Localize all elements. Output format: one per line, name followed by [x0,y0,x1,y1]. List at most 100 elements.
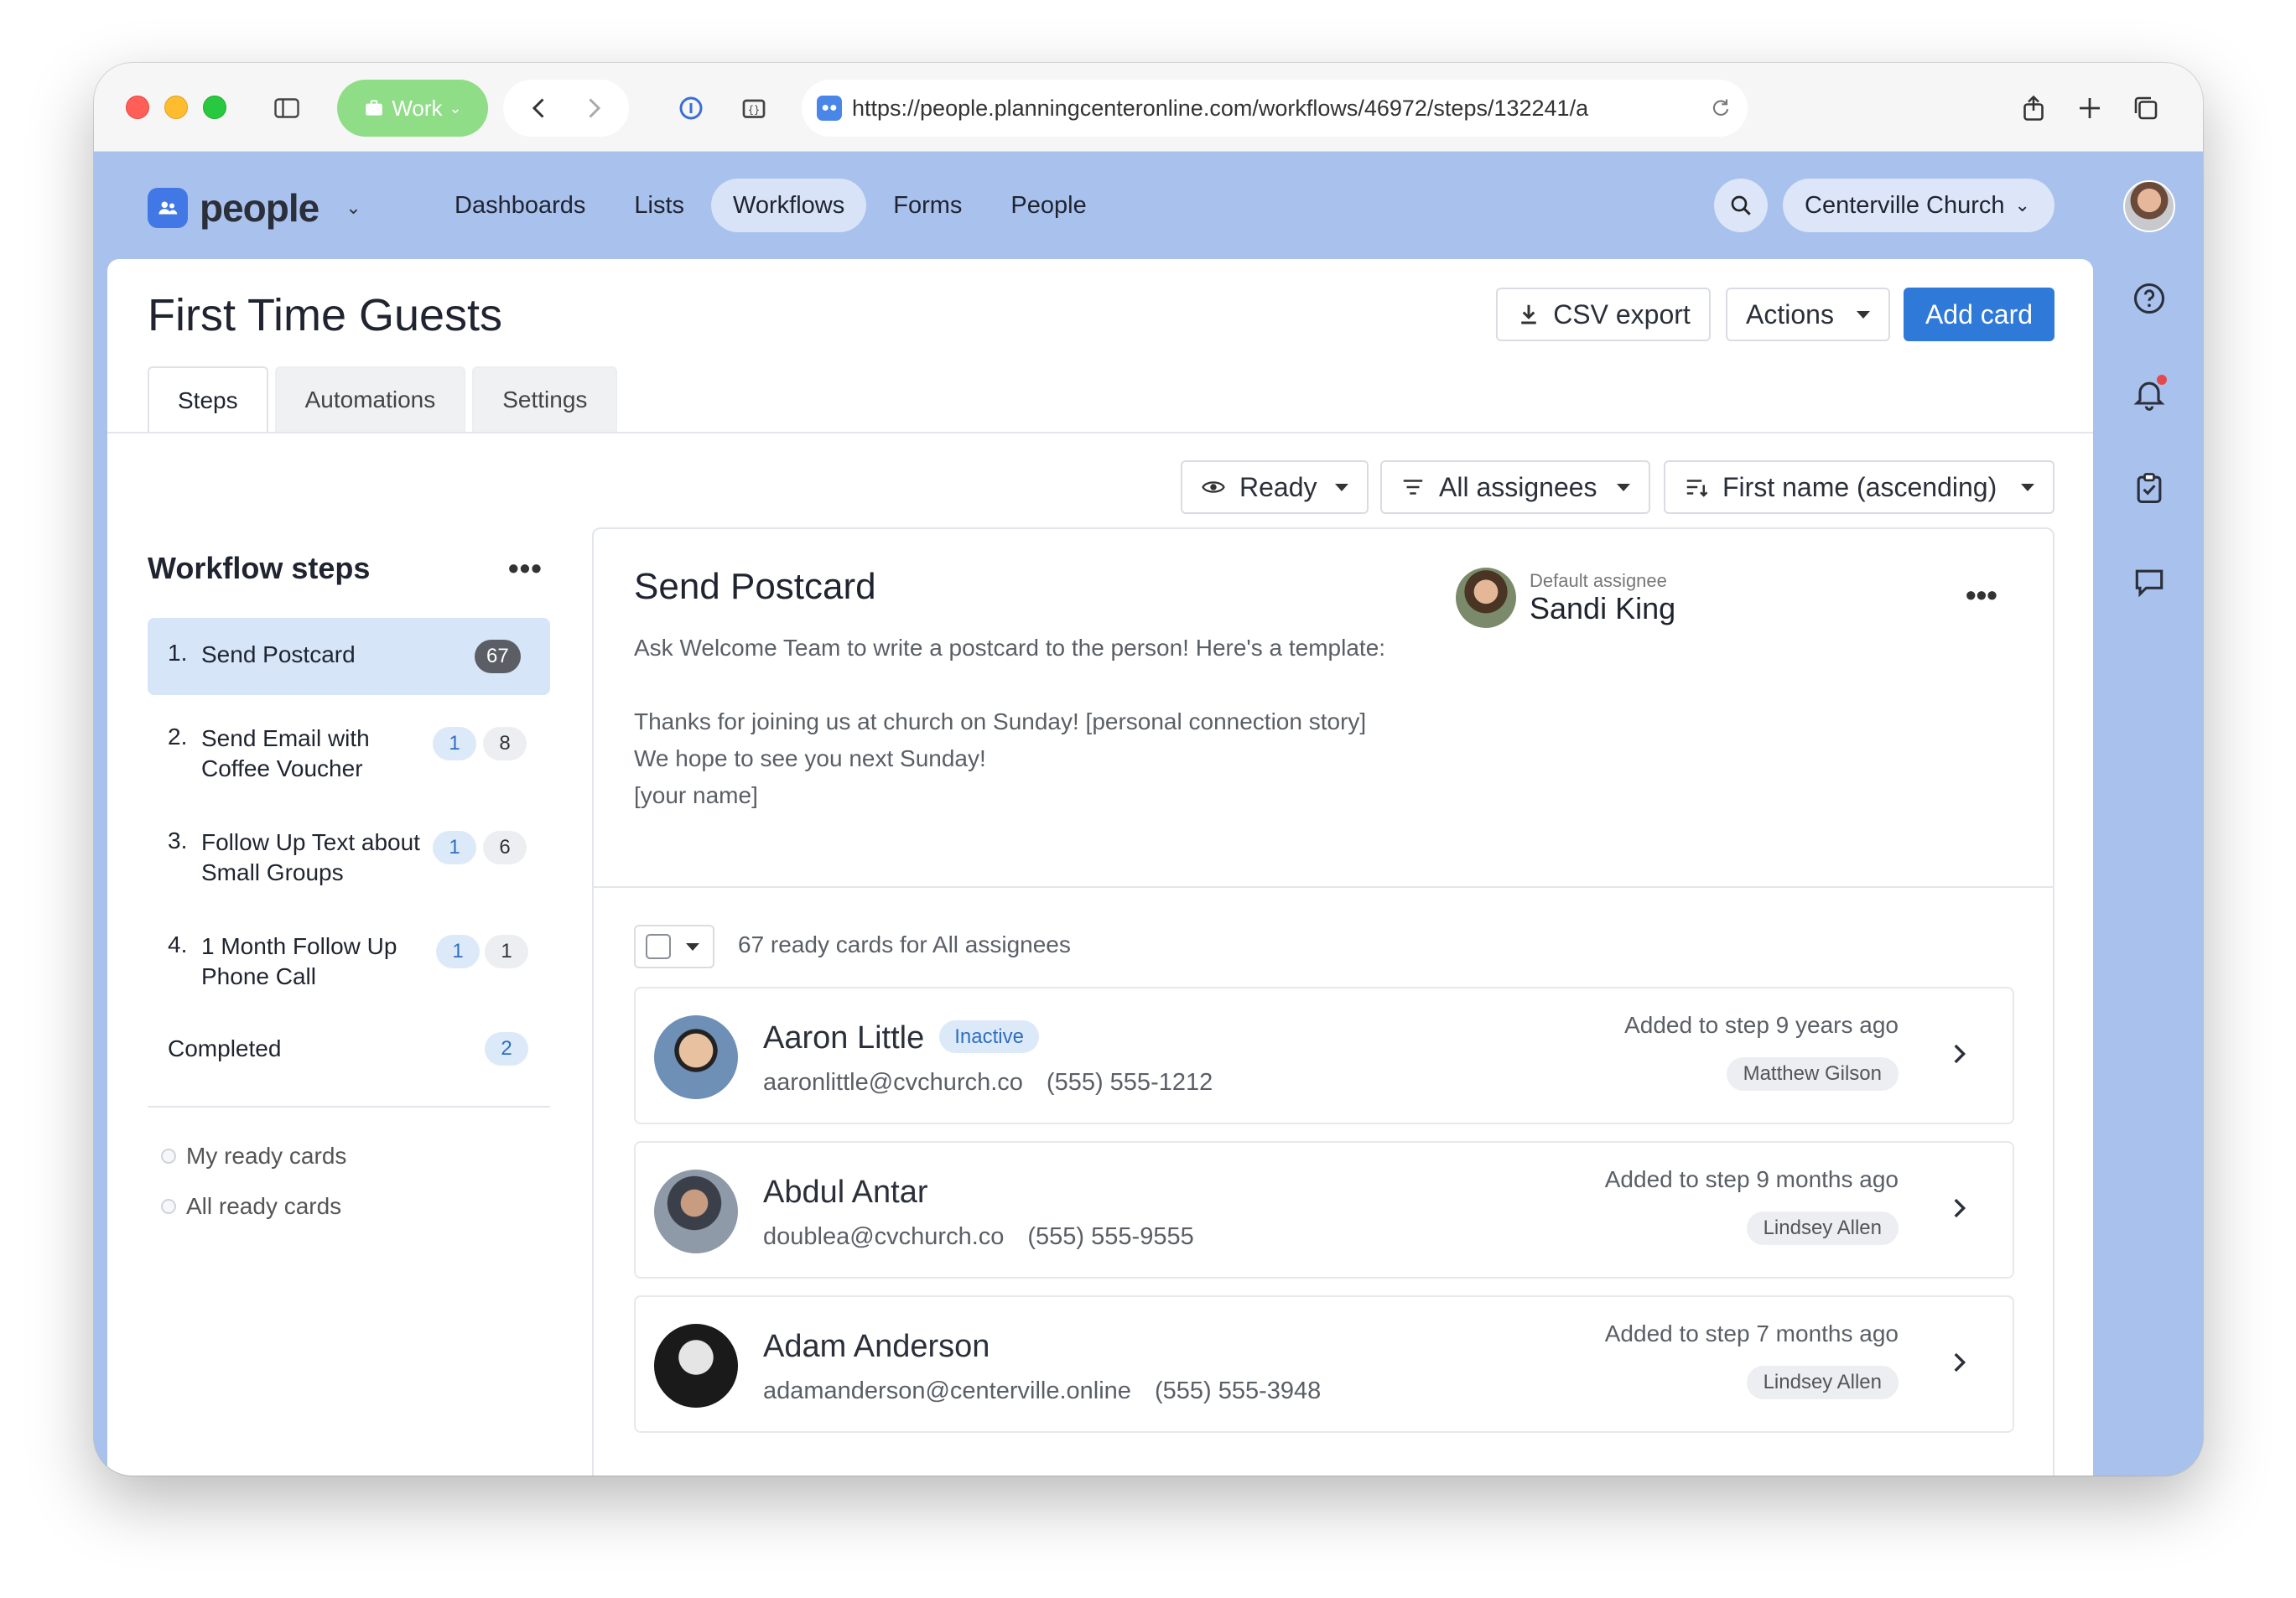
site-favicon-icon: ●● [817,96,842,121]
chevron-right-icon[interactable] [1942,1346,1976,1379]
step-item-completed[interactable]: Completed 2 [148,1019,550,1077]
person-contact: adamanderson@centerville.online (555) 55… [763,1377,1321,1405]
card-assignee-badge: Lindsey Allen [1746,1366,1899,1399]
browser-toolbar: Work ⌄ {} ●● https://people.planningcent… [94,63,2203,152]
address-bar[interactable]: ●● https://people.planningcenteronline.c… [802,80,1748,137]
people-logo-icon [148,188,188,228]
sort-icon [1686,480,1708,497]
extension-icon[interactable]: {} [739,93,769,123]
nav-dashboards[interactable]: Dashboards [433,179,607,232]
sort-select[interactable]: First name (ascending) [1664,460,2054,514]
step-label: Follow Up Text about Small Groups [201,829,420,885]
close-window-button[interactable] [126,96,149,119]
eye-icon [1202,481,1225,493]
step-number: 3. [168,828,188,853]
person-name: Abdul Antar [763,1175,928,1210]
detail-divider [594,886,2053,888]
person-avatar [654,1170,738,1253]
step-title: Send Postcard [634,566,876,607]
person-phone: (555) 555-9555 [1027,1223,1194,1250]
tab-automations[interactable]: Automations [274,366,466,432]
person-card[interactable]: Adam Anderson adamanderson@centerville.o… [634,1295,2014,1433]
caret-down-icon [1617,483,1630,491]
csv-export-button[interactable]: CSV export [1496,288,1711,341]
nav-people[interactable]: People [989,179,1108,232]
tab-steps[interactable]: Steps [148,366,268,433]
select-all-dropdown[interactable] [634,925,714,968]
all-ready-cards-option[interactable]: All ready cards [161,1193,341,1220]
tasks-button[interactable] [2128,467,2170,509]
chevron-right-icon[interactable] [1942,1191,1976,1225]
organization-select[interactable]: Centerville Church ⌄ [1783,179,2054,232]
steps-more-button[interactable]: ••• [508,551,543,586]
help-button[interactable] [2128,278,2170,319]
added-to-step: Added to step 9 years ago [1624,1012,1899,1038]
person-avatar [654,1015,738,1099]
chat-icon [2135,569,2164,598]
sidebar-toggle-button[interactable] [257,80,317,137]
page-title: First Time Guests [148,290,503,340]
step-more-button[interactable]: ••• [1966,578,1997,613]
assignee-filter-value: All assignees [1439,471,1597,502]
nav-lists[interactable]: Lists [612,179,706,232]
step-item-send-email[interactable]: 2. Send Email with Coffee Voucher 1 8 [148,712,550,796]
tabs-overview-icon[interactable] [2131,93,2161,123]
assignee-label: Default assignee [1530,570,1667,591]
zoom-window-button[interactable] [203,96,226,119]
user-avatar[interactable] [2123,180,2175,232]
person-contact: doublea@cvchurch.co (555) 555-9555 [763,1223,1194,1251]
forward-icon[interactable] [579,93,609,123]
search-button[interactable] [1714,179,1768,232]
app-switcher[interactable]: people ⌄ [148,185,361,231]
step-item-send-postcard[interactable]: 1. Send Postcard 67 [148,618,550,695]
workspace-switcher[interactable]: Work ⌄ [337,80,488,137]
minimize-window-button[interactable] [164,96,188,119]
add-card-button[interactable]: Add card [1904,288,2054,341]
browser-tools [1997,80,2182,137]
back-icon[interactable] [524,93,554,123]
person-email: doublea@cvchurch.co [763,1223,1005,1250]
tab-divider [107,432,2093,433]
download-icon [1521,304,1536,324]
share-icon[interactable] [2018,93,2049,123]
messages-button[interactable] [2128,561,2170,603]
tab-settings[interactable]: Settings [472,366,618,432]
default-assignee[interactable]: Default assignee Sandi King [1456,568,1675,628]
step-number: 2. [168,724,188,750]
actions-button[interactable]: Actions [1726,288,1890,341]
all-ready-cards-label: All ready cards [186,1193,342,1219]
notification-dot [2157,375,2167,385]
browser-window: Work ⌄ {} ●● https://people.planningcent… [94,63,2203,1476]
person-email: adamanderson@centerville.online [763,1377,1131,1404]
caret-down-icon [2021,483,2034,491]
step-item-follow-up-text[interactable]: 3. Follow Up Text about Small Groups 1 6 [148,816,550,900]
workflow-steps-heading: Workflow steps [148,551,371,585]
password-manager-icon[interactable] [676,93,706,123]
new-tab-icon[interactable] [2075,93,2105,123]
sort-value: First name (ascending) [1722,471,1997,502]
assignee-filter[interactable]: All assignees [1380,460,1650,514]
person-phone: (555) 555-1212 [1046,1069,1213,1096]
my-ready-cards-option[interactable]: My ready cards [161,1143,346,1170]
chevron-down-icon: ⌄ [449,99,462,117]
nav-workflows[interactable]: Workflows [711,179,867,232]
radio-icon [161,1199,176,1214]
person-avatar [654,1324,738,1408]
step-item-phone-call[interactable]: 4. 1 Month Follow Up Phone Call 1 1 [148,920,550,1004]
select-all-checkbox[interactable] [646,934,671,959]
notifications-button[interactable] [2128,373,2170,415]
person-card[interactable]: Aaron Little Inactive aaronlittle@cvchurc… [634,987,2014,1124]
nav-forms[interactable]: Forms [871,179,984,232]
reload-icon[interactable] [1709,96,1732,120]
step-number: 1. [168,640,188,666]
actions-label: Actions [1746,298,1834,329]
person-card[interactable]: Abdul Antar doublea@cvchurch.co (555) 55… [634,1141,2014,1279]
status-filter[interactable]: Ready [1181,460,1369,514]
added-to-step: Added to step 9 months ago [1604,1166,1899,1192]
my-count-badge: 1 [433,831,476,864]
assignee-avatar [1456,568,1516,628]
chevron-right-icon[interactable] [1942,1037,1976,1071]
my-count-badge: 1 [436,935,480,968]
briefcase-icon [366,100,383,116]
step-detail-panel: Send Postcard Default assignee Sandi Kin… [592,527,2054,1476]
